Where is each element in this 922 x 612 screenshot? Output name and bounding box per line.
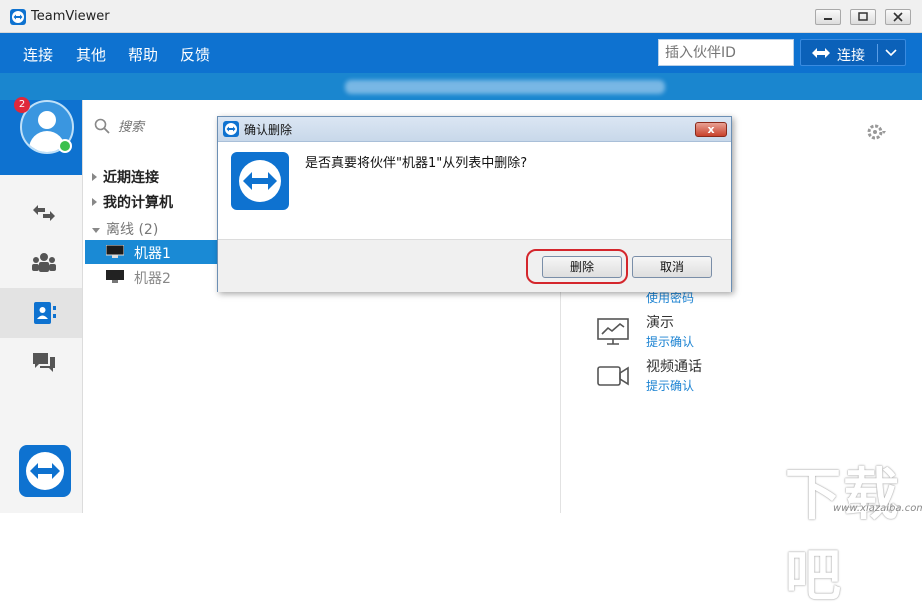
action-presentation-title[interactable]: 演示 <box>646 312 674 332</box>
connect-arrows-icon <box>812 48 830 58</box>
action-presentation-sub[interactable]: 提示确认 <box>646 333 694 350</box>
list-item[interactable]: 机器1 <box>85 240 218 264</box>
expand-arrow-icon <box>92 198 97 206</box>
minimize-button[interactable] <box>815 9 841 25</box>
search-input[interactable] <box>118 116 208 138</box>
confirm-delete-dialog: 确认删除 x 是否真要将伙伴"机器1"从列表中删除? 删除 取消 <box>217 116 732 292</box>
connect-separator <box>877 44 878 62</box>
teamviewer-brand-icon <box>19 445 71 497</box>
dialog-message: 是否真要将伙伴"机器1"从列表中删除? <box>305 156 528 171</box>
connect-button[interactable]: 连接 <box>800 39 906 66</box>
remote-control-icon[interactable] <box>31 200 57 226</box>
collapse-arrow-icon <box>92 228 100 233</box>
computer-name[interactable]: 机器2 <box>134 268 171 288</box>
computer-name: 机器1 <box>134 246 171 262</box>
group-my-computers-label: 我的计算机 <box>103 195 173 211</box>
gear-icon[interactable] <box>866 122 886 142</box>
menu-connect[interactable]: 连接 <box>23 44 53 65</box>
blurred-info-text <box>345 80 665 94</box>
group-offline-label: 离线 (2) <box>106 222 159 238</box>
teamviewer-logo-icon <box>223 121 239 137</box>
dialog-close-button[interactable]: x <box>695 122 727 137</box>
dialog-title: 确认删除 <box>244 123 293 137</box>
sidebar: 2 <box>0 97 83 513</box>
presentation-icon[interactable] <box>596 316 630 346</box>
group-offline[interactable]: 离线 (2) <box>92 219 158 239</box>
chevron-down-icon[interactable] <box>885 48 897 58</box>
action-video-sub[interactable]: 提示确认 <box>646 377 694 394</box>
connect-button-label: 连接 <box>837 48 865 64</box>
teamviewer-dialog-logo-icon <box>231 152 289 210</box>
contacts-icon[interactable] <box>31 300 57 326</box>
notification-badge: 2 <box>14 97 30 113</box>
action-video-title[interactable]: 视频通话 <box>646 356 702 376</box>
online-status-dot <box>58 139 72 153</box>
app-title: TeamViewer <box>31 9 110 24</box>
menu-other[interactable]: 其他 <box>76 44 106 65</box>
teamviewer-logo-icon <box>10 9 26 25</box>
group-recent[interactable]: 近期连接 <box>92 167 159 187</box>
watermark-text: 下载吧 <box>785 463 901 609</box>
meeting-icon[interactable] <box>31 250 57 276</box>
group-my-computers[interactable]: 我的计算机 <box>92 192 173 212</box>
menu-feedback[interactable]: 反馈 <box>180 44 210 65</box>
group-recent-label: 近期连接 <box>103 170 159 186</box>
dialog-title-bar: 确认删除 x <box>218 117 731 142</box>
menu-bar: 连接 其他 帮助 反馈 连接 <box>0 33 922 73</box>
title-bar: TeamViewer <box>0 0 922 33</box>
expand-arrow-icon <box>92 173 97 181</box>
chat-icon[interactable] <box>31 350 57 376</box>
dialog-footer: 删除 取消 <box>218 239 731 292</box>
delete-button-highlight <box>526 249 628 284</box>
avatar-head <box>38 111 56 129</box>
maximize-button[interactable] <box>850 9 876 25</box>
partner-id-input[interactable] <box>658 39 794 66</box>
panel-divider <box>560 290 561 513</box>
video-call-icon[interactable] <box>596 361 630 391</box>
computer-icon <box>106 245 124 258</box>
search-icon <box>94 118 110 134</box>
close-window-button[interactable] <box>885 9 911 25</box>
cancel-button[interactable]: 取消 <box>632 256 712 278</box>
menu-help[interactable]: 帮助 <box>128 44 158 65</box>
watermark-url: www.xiazaiba.com <box>833 503 922 514</box>
computer-icon <box>106 270 124 283</box>
